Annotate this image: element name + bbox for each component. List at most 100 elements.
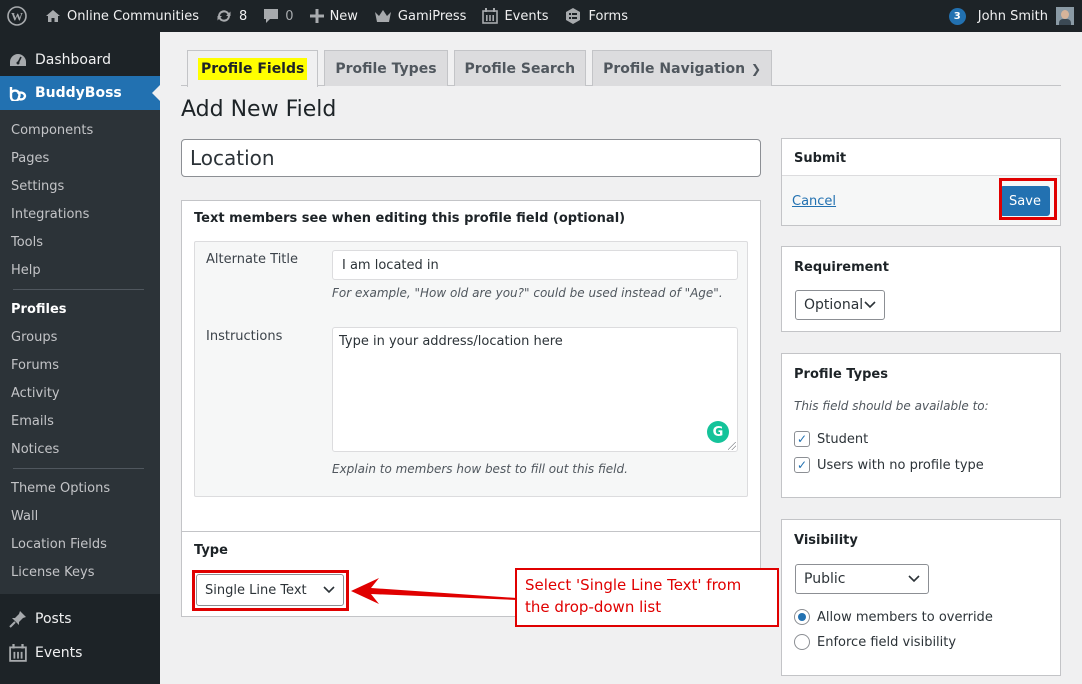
annotation-highlight-type-select [192,570,349,611]
description-fields-box: Alternate Title I am located in For exam… [194,241,748,497]
instructions-text: Type in your address/location here [339,334,563,349]
tab-label: Profile Navigation [603,60,746,77]
forms-icon [564,7,582,25]
new-content-link[interactable]: New [302,0,366,32]
tab-label: Profile Types [335,60,437,77]
events-link[interactable]: Events [474,0,556,32]
sidebar-item-events[interactable]: Events [0,637,160,669]
annotation-arrow [351,578,517,604]
panel-title: Requirement [794,260,889,275]
gamipress-link[interactable]: GamiPress [366,0,475,32]
visibility-panel: Visibility Public Allow members to overr… [781,519,1061,676]
grammarly-icon[interactable]: G [707,421,729,443]
panel-title: Type [194,543,228,558]
new-label: New [329,8,358,24]
submenu-item-location-fields[interactable]: Location Fields [0,530,160,558]
sidebar-item-buddyboss[interactable]: BuddyBoss [0,76,160,110]
instructions-hint: Explain to members how best to fill out … [332,462,628,476]
sidebar-item-posts[interactable]: Posts [0,603,160,635]
visibility-select[interactable]: Public [795,564,929,594]
panel-title: Text members see when editing this profi… [194,211,626,226]
checkmark-icon[interactable]: ✓ [794,457,810,473]
sidebar-label: BuddyBoss [35,85,122,101]
calendar-icon [482,8,499,24]
annotation-highlight-save [999,178,1057,220]
requirement-panel: Requirement Optional [781,246,1061,332]
radio-enforce-visibility[interactable]: Enforce field visibility [794,634,956,650]
forms-link[interactable]: Forms [556,0,636,32]
submenu-item-activity[interactable]: Activity [0,379,160,407]
resize-handle[interactable] [728,442,736,450]
site-name: Online Communities [67,8,199,24]
radio-label: Allow members to override [817,609,993,625]
requirement-select[interactable]: Optional [795,290,885,320]
user-account-link[interactable]: John Smith [978,9,1048,24]
crown-icon [374,9,392,23]
submenu-item-help[interactable]: Help [0,256,160,284]
submenu-divider [13,468,144,469]
submenu-item-pages[interactable]: Pages [0,144,160,172]
radio-unselected-icon[interactable] [794,634,810,650]
select-value: Optional [804,297,864,313]
comments-count: 0 [285,8,294,24]
admin-sidebar: Dashboard BuddyBoss Components Pages Set… [0,32,160,684]
submenu-item-forums[interactable]: Forums [0,351,160,379]
page-title: Add New Field [181,97,337,122]
submenu-item-license-keys[interactable]: License Keys [0,558,160,586]
submenu-item-settings[interactable]: Settings [0,172,160,200]
sidebar-item-dashboard[interactable]: Dashboard [0,44,160,76]
updates-icon [215,8,233,24]
chevron-down-icon [908,575,920,583]
submenu-item-components[interactable]: Components [0,116,160,144]
tab-profile-search[interactable]: Profile Search [453,50,587,86]
svg-text:W: W [11,10,23,24]
tab-profile-types[interactable]: Profile Types [324,50,448,86]
submenu-item-wall[interactable]: Wall [0,502,160,530]
tab-profile-navigation[interactable]: Profile Navigation ❯ [592,50,773,86]
buddyboss-icon [8,85,28,101]
submenu-item-notices[interactable]: Notices [0,435,160,463]
cancel-link[interactable]: Cancel [792,194,836,209]
submenu-item-emails[interactable]: Emails [0,407,160,435]
updates-link[interactable]: 8 [207,0,255,32]
checkmark-icon[interactable]: ✓ [794,431,810,447]
admin-bar: W Online Communities 8 0 New GamiPress E… [0,0,1082,32]
annotation-callout: Select 'Single Line Text' from the drop-… [515,568,779,627]
checkbox-label: Student [817,431,869,447]
submenu-item-theme-options[interactable]: Theme Options [0,474,160,502]
calendar-icon [8,644,28,662]
radio-label: Enforce field visibility [817,634,957,650]
submenu-item-integrations[interactable]: Integrations [0,200,160,228]
chevron-down-icon [864,301,876,309]
submenu-item-profiles[interactable]: Profiles [0,295,160,323]
submenu-item-tools[interactable]: Tools [0,228,160,256]
checkbox-label: Users with no profile type [817,457,984,473]
checkbox-student[interactable]: ✓ Student [794,431,868,447]
field-name-input[interactable]: Location [181,139,761,177]
notifications-badge[interactable]: 3 [948,7,966,25]
sidebar-label: Events [35,645,83,661]
radio-allow-override[interactable]: Allow members to override [794,609,993,625]
panel-title: Submit [794,151,847,166]
forms-label: Forms [588,8,628,24]
alternate-title-input[interactable]: I am located in [332,250,738,280]
comments-link[interactable]: 0 [255,0,301,32]
updates-count: 8 [239,8,248,24]
tab-profile-fields[interactable]: Profile Fields [187,50,319,87]
site-name-link[interactable]: Online Communities [37,0,207,32]
submenu-item-groups[interactable]: Groups [0,323,160,351]
pin-icon [8,610,28,628]
user-avatar[interactable] [1056,7,1074,25]
profile-types-panel: Profile Types This field should be avail… [781,353,1061,498]
arrow-shape [351,578,517,604]
checkbox-users-no-profile-type[interactable]: ✓ Users with no profile type [794,457,984,473]
tab-label: Profile Fields [198,58,308,80]
plus-icon [309,9,324,23]
instructions-textarea[interactable]: Type in your address/location here G [332,327,738,452]
wordpress-logo-button[interactable]: W [0,0,37,32]
select-value: Public [804,571,846,587]
sidebar-label: Dashboard [35,52,111,68]
field-description-panel: Text members see when editing this profi… [181,200,761,539]
radio-selected-icon[interactable] [794,609,810,625]
gamipress-label: GamiPress [397,8,467,24]
